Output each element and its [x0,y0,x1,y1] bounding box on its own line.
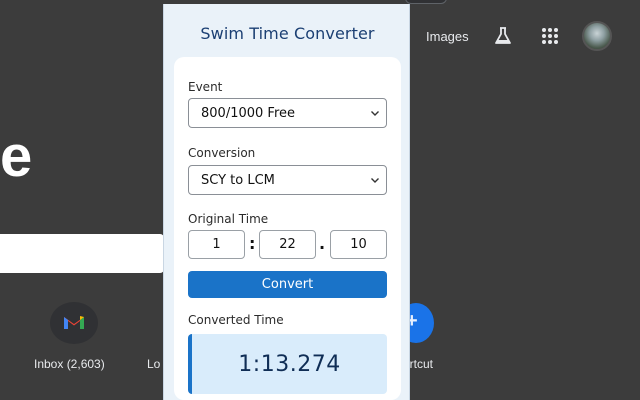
chevron-down-icon [371,178,379,183]
background-tab-pill [405,0,447,4]
time-separator-dot: . [319,234,326,253]
search-bar[interactable] [0,234,164,273]
shortcut-label-partial[interactable]: Lo [147,357,160,371]
shortcut-label-inbox[interactable]: Inbox (2,603) [34,357,105,371]
event-select-value: 800/1000 Free [201,105,295,121]
seconds-input[interactable]: 22 [259,230,316,259]
images-link[interactable]: Images [426,29,469,44]
google-logo-fragment: e [0,124,33,189]
time-separator-colon: : [249,234,256,253]
convert-button[interactable]: Convert [188,271,387,298]
event-label: Event [188,80,223,94]
event-select[interactable]: 800/1000 Free [188,98,387,128]
conversion-select-value: SCY to LCM [201,172,275,188]
original-time-label: Original Time [188,212,269,226]
account-avatar[interactable] [582,21,612,51]
popup-title: Swim Time Converter [200,24,375,43]
converted-time-label: Converted Time [188,313,284,327]
minutes-input[interactable]: 1 [188,230,245,259]
conversion-select[interactable]: SCY to LCM [188,165,387,195]
hundredths-input[interactable]: 10 [330,230,387,259]
converted-time-result: 1:13.274 [188,334,387,394]
chevron-down-icon [371,111,379,116]
flask-icon[interactable] [493,26,513,46]
swim-time-converter-popup: Swim Time Converter Event 800/1000 Free … [163,4,410,400]
conversion-label: Conversion [188,146,256,160]
apps-grid-icon[interactable] [540,26,560,46]
gmail-icon [64,316,84,329]
